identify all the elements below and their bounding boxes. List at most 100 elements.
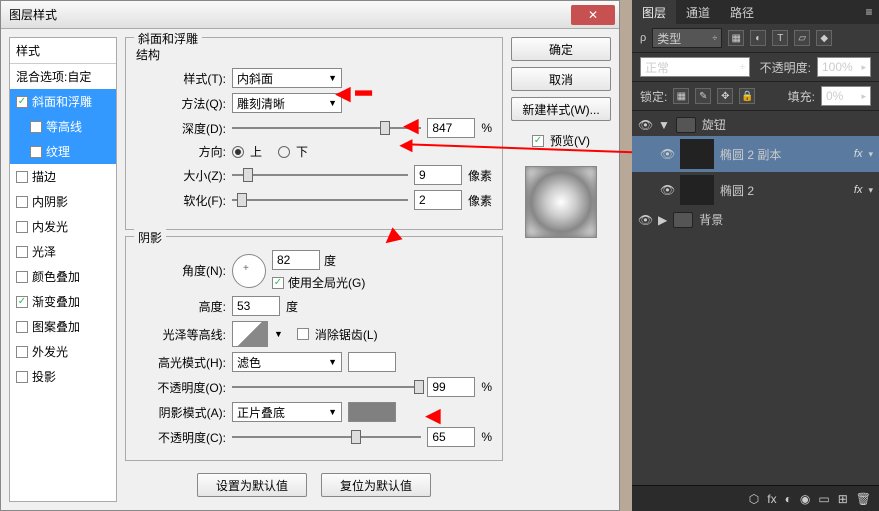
altitude-input[interactable]: 53	[232, 296, 280, 316]
layer-group-row[interactable]: 👁▼旋钮	[632, 113, 879, 136]
style-select[interactable]: 内斜面▼	[232, 68, 342, 88]
layer-group-row[interactable]: 👁▶背景	[632, 208, 879, 231]
blend-mode-select[interactable]: 正常÷	[640, 57, 750, 77]
mask-icon[interactable]: ◐	[785, 492, 792, 506]
filter-adjust-icon[interactable]: ◐	[750, 30, 766, 46]
style-item-outer-glow[interactable]: 外发光	[10, 339, 116, 364]
tab-channels[interactable]: 通道	[676, 0, 720, 24]
angle-dial[interactable]	[232, 254, 266, 288]
close-button[interactable]: ✕	[571, 5, 615, 25]
checkbox[interactable]	[30, 121, 42, 133]
panel-menu-icon[interactable]: ≡	[859, 5, 879, 19]
filter-type-icon[interactable]: T	[772, 30, 788, 46]
group-icon[interactable]: ▭	[818, 492, 829, 506]
direction-down-radio[interactable]	[278, 146, 290, 158]
checkbox[interactable]	[16, 371, 28, 383]
style-item-pattern-overlay[interactable]: 图案叠加	[10, 314, 116, 339]
visibility-icon[interactable]: 👁	[638, 118, 652, 132]
shadow-color-swatch[interactable]	[348, 402, 396, 422]
layer-row[interactable]: 👁椭圆 2fx▾	[632, 172, 879, 208]
checkbox[interactable]	[16, 221, 28, 233]
gloss-contour[interactable]	[232, 321, 268, 347]
style-item-gradient-overlay[interactable]: 渐变叠加	[10, 289, 116, 314]
reset-default-button[interactable]: 复位为默认值	[321, 473, 431, 497]
opacity-input[interactable]: 100%▸	[817, 57, 871, 77]
checkbox[interactable]	[16, 96, 28, 108]
ok-button[interactable]: 确定	[511, 37, 611, 61]
shading-fieldset: 阴影 角度(N):82度使用全局光(G) 高度:53度 光泽等高线:▼消除锯齿(…	[125, 236, 503, 461]
fx-icon[interactable]: fx	[767, 492, 776, 506]
size-input[interactable]: 9	[414, 165, 462, 185]
highlight-opacity-slider[interactable]	[232, 379, 421, 395]
tab-paths[interactable]: 路径	[720, 0, 764, 24]
layers-panel: 图层 通道 路径 ≡ ρ 类型÷ ▦ ◐ T ▱ ◆ 正常÷ 不透明度: 100…	[632, 0, 879, 511]
visibility-icon[interactable]: 👁	[660, 183, 674, 197]
lock-position-icon[interactable]: ✥	[717, 88, 733, 104]
chevron-down-icon[interactable]: ▾	[868, 149, 873, 160]
filter-smart-icon[interactable]: ◆	[816, 30, 832, 46]
preview-checkbox[interactable]	[532, 135, 544, 147]
expand-icon[interactable]: ▶	[658, 213, 667, 227]
highlight-color-swatch[interactable]	[348, 352, 396, 372]
style-item-satin[interactable]: 光泽	[10, 239, 116, 264]
checkbox[interactable]	[16, 346, 28, 358]
shadow-mode-select[interactable]: 正片叠底▼	[232, 402, 342, 422]
fx-badge[interactable]: fx	[854, 148, 863, 160]
chevron-down-icon[interactable]: ▾	[868, 185, 873, 196]
checkbox[interactable]	[16, 296, 28, 308]
checkbox[interactable]	[16, 246, 28, 258]
checkbox[interactable]	[30, 146, 42, 158]
shadow-opacity-input[interactable]: 65	[427, 427, 475, 447]
lock-pixels-icon[interactable]: ▦	[673, 88, 689, 104]
layer-thumbnail[interactable]	[680, 175, 714, 205]
style-item-drop-shadow[interactable]: 投影	[10, 364, 116, 389]
technique-select[interactable]: 雕刻清晰▼	[232, 93, 342, 113]
depth-slider[interactable]	[232, 120, 421, 136]
angle-input[interactable]: 82	[272, 250, 320, 270]
blend-options-item[interactable]: 混合选项:自定	[10, 64, 116, 89]
style-item-inner-glow[interactable]: 内发光	[10, 214, 116, 239]
tab-layers[interactable]: 图层	[632, 0, 676, 24]
checkbox[interactable]	[16, 271, 28, 283]
checkbox[interactable]	[16, 321, 28, 333]
visibility-icon[interactable]: 👁	[660, 147, 674, 161]
adjustment-icon[interactable]: ◉	[800, 492, 810, 506]
direction-up-radio[interactable]	[232, 146, 244, 158]
visibility-icon[interactable]: 👁	[638, 213, 652, 227]
global-light-checkbox[interactable]	[272, 277, 284, 289]
link-layers-icon[interactable]: ⬡	[749, 492, 759, 506]
style-item-bevel[interactable]: 斜面和浮雕	[10, 89, 116, 114]
checkbox[interactable]	[16, 196, 28, 208]
new-layer-icon[interactable]: ⊞	[838, 492, 848, 506]
depth-input[interactable]: 847	[427, 118, 475, 138]
fill-input[interactable]: 0%▸	[821, 86, 871, 106]
style-item-color-overlay[interactable]: 颜色叠加	[10, 264, 116, 289]
size-slider[interactable]	[232, 167, 408, 183]
cancel-button[interactable]: 取消	[511, 67, 611, 91]
collapse-icon[interactable]: ▼	[658, 118, 670, 132]
soften-slider[interactable]	[232, 192, 408, 208]
fx-badge[interactable]: fx	[854, 184, 863, 196]
checkbox[interactable]	[16, 171, 28, 183]
new-style-button[interactable]: 新建样式(W)...	[511, 97, 611, 121]
trash-icon[interactable]: 🗑	[856, 492, 871, 506]
filter-shape-icon[interactable]: ▱	[794, 30, 810, 46]
style-item-inner-shadow[interactable]: 内阴影	[10, 189, 116, 214]
lock-all-icon[interactable]: 🔒	[739, 88, 755, 104]
style-item-texture[interactable]: 纹理	[10, 139, 116, 164]
style-item-contour[interactable]: 等高线	[10, 114, 116, 139]
antialias-checkbox[interactable]	[297, 328, 309, 340]
filter-type-select[interactable]: 类型÷	[652, 28, 722, 48]
shadow-opacity-slider[interactable]	[232, 429, 421, 445]
chevron-down-icon[interactable]: ▼	[274, 329, 283, 339]
lock-brush-icon[interactable]: ✎	[695, 88, 711, 104]
filter-pixel-icon[interactable]: ▦	[728, 30, 744, 46]
layer-thumbnail[interactable]	[680, 139, 714, 169]
soften-input[interactable]: 2	[414, 190, 462, 210]
layer-row[interactable]: 👁椭圆 2 副本fx▾	[632, 136, 879, 172]
make-default-button[interactable]: 设置为默认值	[197, 473, 307, 497]
highlight-opacity-input[interactable]: 99	[427, 377, 475, 397]
highlight-mode-select[interactable]: 滤色▼	[232, 352, 342, 372]
style-item-stroke[interactable]: 描边	[10, 164, 116, 189]
bevel-legend: 斜面和浮雕	[134, 30, 202, 47]
